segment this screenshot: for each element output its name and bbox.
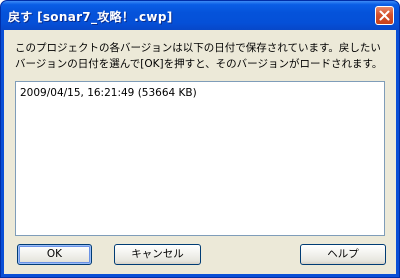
- cancel-button[interactable]: キャンセル: [114, 244, 201, 265]
- window-title: 戻す [sonar7_攻略！.cwp]: [8, 10, 173, 24]
- close-icon: [379, 10, 390, 21]
- help-button[interactable]: ヘルプ: [300, 244, 386, 265]
- title-bar[interactable]: 戻す [sonar7_攻略！.cwp]: [1, 1, 399, 30]
- version-list[interactable]: 2009/04/15, 16:21:49 (53664 KB): [15, 81, 385, 236]
- close-button[interactable]: [375, 6, 394, 25]
- ok-button[interactable]: OK: [17, 244, 92, 265]
- dialog-body: このプロジェクトの各バージョンは以下の日付で保存されています。戻したいバージョン…: [4, 30, 396, 274]
- dialog-window: 戻す [sonar7_攻略！.cwp] このプロジェクトの各バージョンは以下の日…: [0, 0, 400, 278]
- instruction-text: このプロジェクトの各バージョンは以下の日付で保存されています。戻したいバージョン…: [15, 42, 383, 70]
- list-item[interactable]: 2009/04/15, 16:21:49 (53664 KB): [20, 87, 197, 99]
